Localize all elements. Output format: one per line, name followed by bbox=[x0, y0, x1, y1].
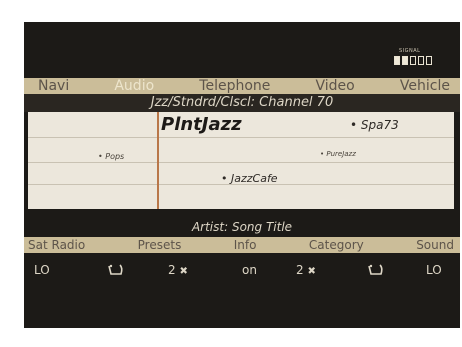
artist-song: Artist: Song Title bbox=[191, 220, 293, 234]
status-category-value: 2 ✖ bbox=[296, 262, 316, 280]
grid-accent-line bbox=[157, 112, 159, 209]
tab-navi[interactable]: Navi bbox=[38, 78, 69, 94]
category-button[interactable]: Category bbox=[309, 237, 364, 253]
grid-divider bbox=[28, 162, 454, 163]
channel-purejazz[interactable]: • PureJazz bbox=[320, 150, 356, 158]
grid-divider bbox=[28, 137, 454, 138]
signal-wave-icon bbox=[366, 262, 386, 283]
close-icon: ✖ bbox=[307, 266, 316, 277]
frame: SIGNAL Navi Audio Telephone Video Vehicl… bbox=[0, 0, 462, 347]
status-info-value: on bbox=[242, 263, 257, 277]
signal-indicator: SIGNAL bbox=[394, 48, 438, 66]
signal-wave-icon bbox=[106, 262, 126, 283]
tab-vehicle[interactable]: Vehicle bbox=[400, 78, 450, 94]
tab-video[interactable]: Video bbox=[316, 78, 355, 94]
close-icon: ✖ bbox=[179, 266, 188, 277]
tab-telephone[interactable]: Telephone bbox=[199, 78, 270, 94]
tab-audio[interactable]: Audio bbox=[114, 78, 154, 94]
signal-bar bbox=[418, 56, 424, 65]
status-right: LO bbox=[426, 263, 442, 277]
signal-bar bbox=[426, 56, 432, 65]
bottom-nav: Sat Radio Presets Info Category Sound bbox=[24, 237, 460, 253]
top-nav: Navi Audio Telephone Video Vehicle bbox=[24, 78, 460, 94]
status-left: LO bbox=[34, 263, 50, 277]
signal-bar bbox=[402, 56, 408, 65]
sat-radio-button[interactable]: Sat Radio bbox=[28, 237, 85, 253]
info-button[interactable]: Info bbox=[234, 237, 257, 253]
radio-screen: SIGNAL Navi Audio Telephone Video Vehicl… bbox=[24, 22, 460, 328]
channel-jazzcafe[interactable]: • JazzCafe bbox=[221, 172, 278, 185]
status-presets-number: 2 bbox=[168, 263, 176, 277]
presets-button[interactable]: Presets bbox=[138, 237, 182, 253]
sound-button[interactable]: Sound bbox=[416, 237, 454, 253]
channel-title: Jzz/Stndrd/Clscl: Channel 70 bbox=[24, 94, 460, 112]
status-category-number: 2 bbox=[296, 263, 304, 277]
signal-label: SIGNAL bbox=[399, 48, 421, 54]
status-row: LO 2 ✖ on 2 ✖ LO bbox=[24, 262, 460, 278]
signal-bar bbox=[394, 56, 400, 65]
channel-spa73[interactable]: • Spa73 bbox=[350, 118, 399, 132]
channel-pops[interactable]: • Pops bbox=[98, 152, 124, 161]
channel-main[interactable]: PlntJazz bbox=[161, 114, 242, 135]
status-presets-value: 2 ✖ bbox=[168, 262, 188, 280]
channel-grid: PlntJazz • Spa73 • Pops • PureJazz • Jaz… bbox=[28, 112, 454, 209]
signal-bar bbox=[410, 56, 416, 65]
